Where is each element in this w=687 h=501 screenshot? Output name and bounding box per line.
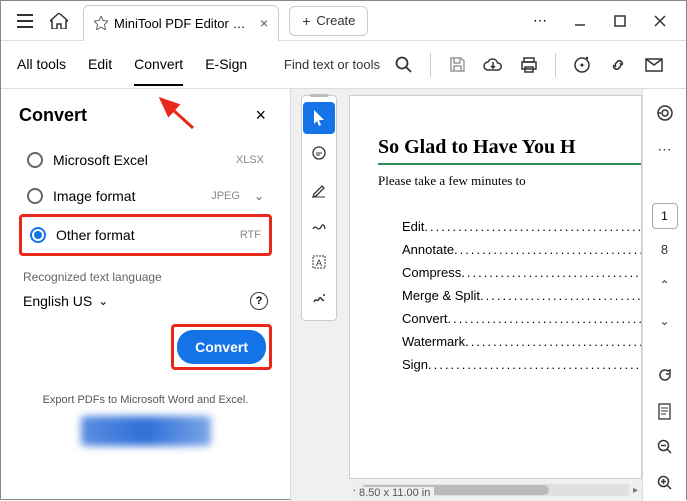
option-excel[interactable]: Microsoft Excel XLSX: [19, 142, 272, 178]
cursor-tool-icon[interactable]: [303, 102, 335, 134]
help-icon[interactable]: ?: [250, 292, 268, 310]
toc-item: Convert.................................…: [402, 311, 641, 326]
page-up-icon[interactable]: ⌃: [649, 269, 681, 301]
tab-close-icon[interactable]: ×: [260, 15, 268, 31]
toc-item: Edit....................................…: [402, 219, 641, 234]
highlight-tool-icon[interactable]: [303, 174, 335, 206]
convert-panel: Convert × Microsoft Excel XLSX Image for…: [1, 89, 291, 501]
tab-edit[interactable]: Edit: [88, 44, 112, 86]
maximize-icon[interactable]: [602, 5, 638, 37]
star-icon: [94, 16, 108, 30]
page-dimensions: 8.50 x 11.00 in: [355, 487, 434, 499]
zoom-in-icon[interactable]: [649, 467, 681, 499]
mail-icon[interactable]: [638, 49, 670, 81]
tab-all-tools[interactable]: All tools: [17, 44, 66, 86]
panel-title: Convert: [19, 105, 87, 126]
ai-icon[interactable]: ✦: [566, 49, 598, 81]
radio-selected-icon: [30, 227, 46, 243]
toc-item: Compress................................…: [402, 265, 641, 280]
zoom-out-icon[interactable]: [649, 431, 681, 463]
option-image[interactable]: Image format JPEG ⌄: [19, 178, 272, 214]
doc-subtitle: Please take a few minutes to: [378, 173, 641, 189]
convert-button-highlight: Convert: [171, 324, 272, 370]
draw-tool-icon[interactable]: [303, 210, 335, 242]
blurred-content: [81, 416, 211, 446]
option-format: XLSX: [236, 154, 264, 166]
page-number-input[interactable]: 1: [652, 203, 678, 229]
tab-esign[interactable]: E-Sign: [205, 44, 247, 86]
hamburger-menu-icon[interactable]: [9, 5, 41, 37]
option-other-format[interactable]: Other format RTF: [19, 214, 272, 256]
cloud-icon[interactable]: [477, 49, 509, 81]
right-rail: ⋯ 1 8 ⌃ ⌄: [642, 89, 686, 501]
titlebar: MiniTool PDF Editor Use... × + Create ⋯: [1, 1, 686, 41]
chevron-down-icon: ⌄: [98, 294, 108, 308]
svg-text:✦: ✦: [579, 61, 586, 70]
language-label: Recognized text language: [23, 270, 272, 284]
svg-text:A: A: [316, 258, 322, 268]
more-options-icon[interactable]: ⋯: [649, 133, 681, 165]
language-select[interactable]: English US ⌄: [23, 293, 108, 309]
search-icon[interactable]: [388, 49, 420, 81]
create-label: Create: [316, 13, 355, 28]
radio-unselected-icon: [27, 188, 43, 204]
sign-tool-icon[interactable]: [303, 282, 335, 314]
doc-underline: [378, 163, 642, 165]
document-viewport: A So Glad to Have You H Please take a fe…: [291, 89, 642, 501]
toc-item: Sign....................................…: [402, 357, 641, 372]
toc-item: Merge & Split...........................…: [402, 288, 641, 303]
home-icon[interactable]: [43, 5, 75, 37]
link-icon[interactable]: [602, 49, 634, 81]
toc-item: Watermark...............................…: [402, 334, 641, 349]
find-label: Find text or tools: [284, 57, 380, 72]
main-toolbar: All tools Edit Convert E-Sign Find text …: [1, 41, 686, 89]
page-view-icon[interactable]: [649, 395, 681, 427]
comment-tool-icon[interactable]: [303, 138, 335, 170]
save-icon[interactable]: [441, 49, 473, 81]
document-tab[interactable]: MiniTool PDF Editor Use... ×: [83, 5, 279, 41]
tab-title: MiniTool PDF Editor Use...: [114, 16, 254, 31]
page-total: 8: [649, 233, 681, 265]
text-select-tool-icon[interactable]: A: [303, 246, 335, 278]
document-page[interactable]: So Glad to Have You H Please take a few …: [349, 95, 642, 479]
option-label: Image format: [53, 188, 201, 204]
panel-close-icon[interactable]: ×: [249, 103, 272, 128]
option-label: Other format: [56, 227, 230, 243]
tab-convert[interactable]: Convert: [134, 44, 183, 86]
rotate-icon[interactable]: [649, 359, 681, 391]
close-icon[interactable]: [642, 5, 678, 37]
option-label: Microsoft Excel: [53, 152, 226, 168]
doc-heading: So Glad to Have You H: [378, 136, 641, 159]
doc-toc: Edit....................................…: [402, 219, 641, 372]
create-tab-button[interactable]: + Create: [289, 6, 368, 36]
print-icon[interactable]: [513, 49, 545, 81]
option-format: RTF: [240, 229, 261, 241]
option-format: JPEG: [211, 190, 240, 202]
chevron-down-icon[interactable]: ⌄: [254, 189, 264, 203]
panel-footer-text: Export PDFs to Microsoft Word and Excel.: [19, 394, 272, 406]
scroll-right-icon: ▸: [629, 485, 642, 496]
convert-button[interactable]: Convert: [177, 330, 266, 364]
panel-toggle-icon[interactable]: [649, 97, 681, 129]
minimize-icon[interactable]: [562, 5, 598, 37]
page-down-icon[interactable]: ⌄: [649, 305, 681, 337]
floating-toolbar[interactable]: A: [301, 95, 337, 321]
more-icon[interactable]: ⋯: [522, 5, 558, 37]
radio-unselected-icon: [27, 152, 43, 168]
toc-item: Annotate................................…: [402, 242, 641, 257]
